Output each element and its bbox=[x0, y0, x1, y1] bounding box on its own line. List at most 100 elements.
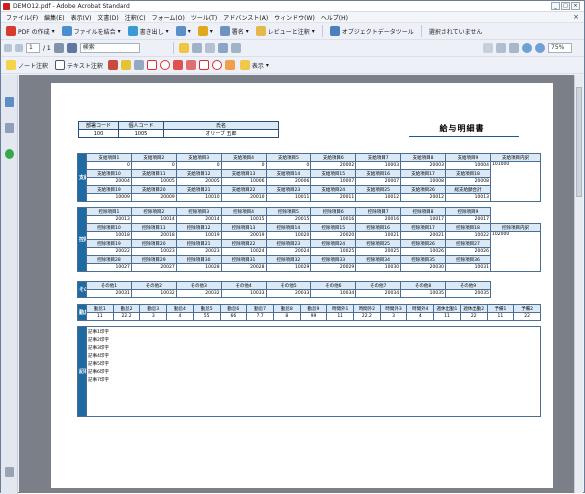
work-value: 55 bbox=[192, 312, 221, 321]
pay-label: 支給項目24 bbox=[310, 185, 357, 194]
pay-label: 支給項目12 bbox=[175, 169, 222, 178]
oval-icon[interactable] bbox=[159, 60, 170, 70]
work-value: 99 bbox=[299, 312, 328, 321]
deduct-value: 10030 bbox=[355, 263, 402, 272]
pay-value: 10005 bbox=[130, 177, 177, 186]
note-line: 記事2印字 bbox=[88, 338, 109, 343]
print-icon[interactable] bbox=[53, 43, 64, 53]
export-button[interactable]: 書き出し ▾ bbox=[126, 26, 171, 36]
highlight-icon[interactable] bbox=[120, 60, 131, 70]
pencil-icon[interactable] bbox=[224, 60, 235, 70]
toolbar-separator bbox=[321, 25, 323, 37]
close-button[interactable]: × bbox=[571, 2, 580, 10]
create-pdf-button[interactable]: PDF の作成 ▾ bbox=[4, 26, 57, 36]
deduction-table: 控除項目 控除項目1控除項目2控除項目3控除項目4控除項目5控除項目6控除項目7… bbox=[77, 207, 541, 272]
menu-edit[interactable]: 編集(E) bbox=[41, 13, 67, 22]
rectangle-icon[interactable] bbox=[146, 60, 157, 70]
email-icon[interactable] bbox=[191, 43, 202, 53]
line-icon[interactable] bbox=[185, 60, 196, 70]
deduct-value: 10020 bbox=[265, 231, 312, 240]
note-button[interactable]: ノート注釈 bbox=[4, 60, 50, 70]
deduct-label: 控除項目13 bbox=[220, 223, 267, 232]
deduct-value: 10031 bbox=[445, 263, 491, 272]
lock-button[interactable]: ▾ bbox=[196, 26, 215, 36]
work-label: 時間外3 bbox=[379, 304, 408, 313]
work-label: 勤怠9 bbox=[299, 304, 328, 313]
menu-comments[interactable]: 注釈(C) bbox=[122, 13, 149, 22]
camera-icon[interactable] bbox=[230, 43, 241, 53]
doc-close-icon[interactable]: × bbox=[573, 13, 579, 21]
vertical-scrollbar[interactable] bbox=[574, 75, 583, 493]
deduct-label: 控除項目25 bbox=[355, 239, 402, 248]
sign-button[interactable]: 署名 ▾ bbox=[218, 26, 251, 36]
lock-icon bbox=[197, 26, 208, 36]
work-label: 勤怠3 bbox=[139, 304, 168, 313]
deduct-label: 控除項目10 bbox=[86, 223, 132, 232]
menu-view[interactable]: 表示(V) bbox=[68, 13, 95, 22]
deduct-label: 控除項目9 bbox=[445, 207, 491, 216]
stamp-icon[interactable] bbox=[107, 60, 118, 70]
deduct-label: 控除項目36 bbox=[445, 255, 491, 264]
next-page-icon[interactable] bbox=[15, 44, 23, 52]
dept-code-label: 部署コード bbox=[78, 121, 119, 130]
other-value: 20035 bbox=[445, 289, 491, 298]
pay-value: 10011 bbox=[265, 193, 312, 202]
other-table: その他 その他1その他2その他3その他4その他5その他6その他7その他8その他9… bbox=[77, 281, 491, 298]
deduct-value: 10023 bbox=[130, 247, 177, 256]
arrow-icon[interactable] bbox=[172, 60, 183, 70]
deduct-value: 20018 bbox=[130, 231, 177, 240]
menu-window[interactable]: ウィンドウ(W) bbox=[271, 13, 318, 22]
menu-file[interactable]: ファイル(F) bbox=[3, 13, 41, 22]
deduct-value: 10022 bbox=[445, 231, 491, 240]
box-icon[interactable] bbox=[198, 60, 209, 70]
menu-advanced[interactable]: アドバンスト(A) bbox=[220, 13, 271, 22]
other-value: 20034 bbox=[355, 289, 402, 298]
pay-value: 0 bbox=[265, 161, 312, 170]
hand-tool-icon[interactable] bbox=[496, 43, 506, 53]
signatures-icon[interactable] bbox=[5, 149, 14, 159]
zoom-in-icon[interactable] bbox=[535, 43, 545, 53]
zoom-level-input[interactable]: 75% bbox=[548, 43, 572, 53]
deduct-label: 控除項目31 bbox=[220, 255, 267, 264]
web-icon[interactable] bbox=[217, 43, 228, 53]
pages-icon[interactable] bbox=[5, 97, 14, 107]
comments-panel-icon[interactable] bbox=[5, 123, 14, 133]
minimize-button[interactable]: _ bbox=[551, 2, 560, 10]
combine-button[interactable]: ファイルを結合 ▾ bbox=[60, 26, 123, 36]
menu-tools[interactable]: ツール(T) bbox=[188, 13, 220, 22]
zoom-tool-icon[interactable] bbox=[509, 43, 519, 53]
search-input[interactable]: 検索 bbox=[79, 43, 140, 53]
scrollbar-thumb[interactable] bbox=[576, 87, 582, 197]
deduct-value: 10025 bbox=[310, 247, 357, 256]
prev-page-icon[interactable] bbox=[4, 44, 12, 52]
show-button[interactable]: 表示 ▾ bbox=[238, 60, 271, 70]
secure-button[interactable]: ▾ bbox=[174, 26, 193, 36]
attach-icon[interactable] bbox=[204, 43, 215, 53]
save-icon[interactable] bbox=[66, 43, 77, 53]
text-note-button[interactable]: テキスト注釈 bbox=[53, 60, 105, 70]
select-tool-icon[interactable] bbox=[483, 43, 493, 53]
review-button[interactable]: レビューと注釈 ▾ bbox=[254, 26, 317, 36]
zoom-out-icon[interactable] bbox=[522, 43, 532, 53]
menu-help[interactable]: ヘルプ(H) bbox=[318, 13, 351, 22]
open-icon[interactable] bbox=[178, 43, 189, 53]
menu-document[interactable]: 文書(D) bbox=[94, 13, 121, 22]
acrobat-icon bbox=[3, 2, 10, 10]
note-line: 記事1印字 bbox=[88, 330, 109, 335]
toolbar-comments: ノート注釈 テキスト注釈 表示 ▾ bbox=[1, 57, 584, 74]
work-value: 22.2 bbox=[353, 312, 381, 321]
deduct-label: 控除項目33 bbox=[310, 255, 357, 264]
employee-code-label: 個人コード bbox=[118, 121, 164, 130]
page-number-input[interactable]: 1 bbox=[26, 43, 40, 53]
circle-icon[interactable] bbox=[211, 60, 222, 70]
object-tool-button[interactable]: オブジェクトデータツール bbox=[328, 26, 416, 36]
text-note-label: テキスト注釈 bbox=[67, 62, 103, 70]
callout-icon[interactable] bbox=[133, 60, 144, 70]
attachments-icon[interactable] bbox=[5, 467, 14, 477]
menu-forms[interactable]: フォーム(O) bbox=[149, 13, 188, 22]
deduct-label: 控除項目17 bbox=[400, 223, 446, 232]
work-value: 11 bbox=[326, 312, 355, 321]
note-line: 記事3印字 bbox=[88, 346, 109, 351]
maximize-button[interactable]: □ bbox=[561, 2, 570, 10]
pay-label: 支給項目11 bbox=[130, 169, 177, 178]
